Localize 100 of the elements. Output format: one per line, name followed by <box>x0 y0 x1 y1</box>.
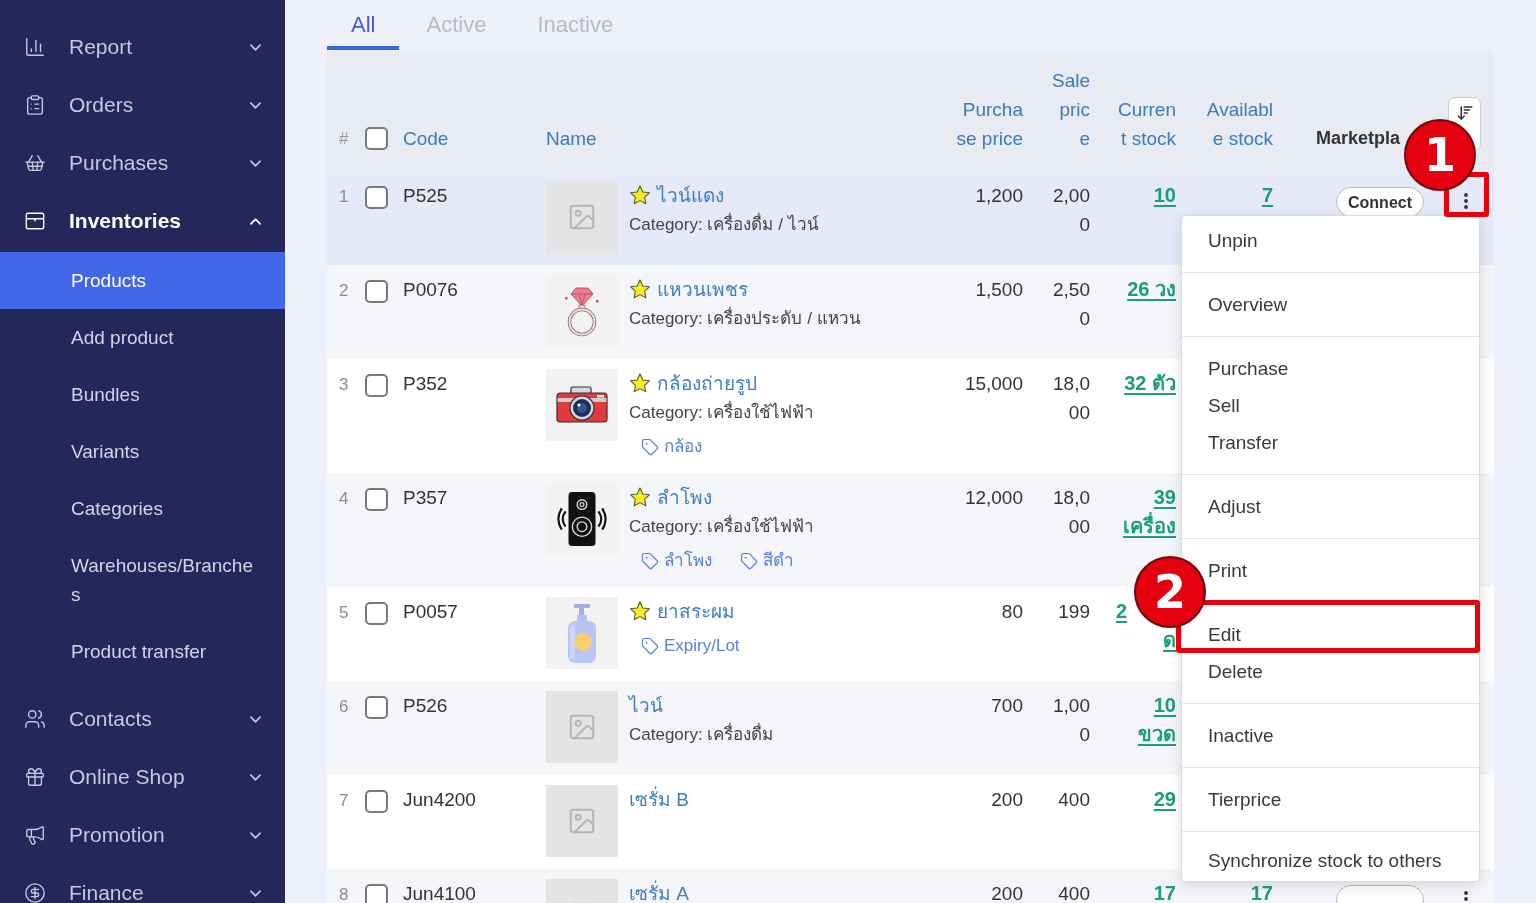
product-name-link[interactable]: ลำโพง <box>657 483 712 512</box>
checkbox[interactable] <box>365 280 388 303</box>
column-header[interactable]: Sale price <box>1050 66 1090 153</box>
stock-link[interactable]: 29 <box>1153 785 1176 814</box>
stock-link[interactable]: 10 <box>1153 181 1176 210</box>
stock-link[interactable]: 39 เครื่อง <box>1116 483 1176 541</box>
nav-item[interactable]: Promotion <box>0 806 285 864</box>
checkbox[interactable] <box>365 602 388 625</box>
column-header[interactable]: Available stock <box>1203 95 1273 153</box>
sale-price: 18,000 <box>1052 372 1090 425</box>
purchase-price: 12,000 <box>963 486 1023 510</box>
stock-link[interactable]: 2 <box>1116 597 1128 626</box>
menu-item[interactable]: Inactive <box>1208 724 1274 747</box>
nav-subitem[interactable]: Product transfer <box>0 623 285 680</box>
nav-item[interactable]: Report <box>0 18 285 76</box>
tag-icon <box>641 636 659 655</box>
star-icon[interactable] <box>629 185 651 206</box>
row-number: 8 <box>339 885 349 903</box>
purchase-price: 1,200 <box>974 184 1023 208</box>
tag-icon <box>641 437 659 456</box>
menu-item[interactable]: Tierprice <box>1208 788 1282 811</box>
nav-subitem[interactable]: Variants <box>0 423 285 480</box>
product-name-link[interactable]: ยาสระผม <box>657 597 735 626</box>
tag-label[interactable]: Expiry/Lot <box>664 631 740 660</box>
menu-item[interactable]: Adjust <box>1208 495 1261 518</box>
vertical-dots-icon <box>1464 891 1468 903</box>
product-code: Jun4100 <box>403 883 476 903</box>
checkbox[interactable] <box>365 884 388 903</box>
product-name-link[interactable]: แหวนเพชร <box>657 275 748 304</box>
sale-price: 2,000 <box>1052 184 1090 237</box>
nav-item[interactable]: Inventories <box>0 192 285 250</box>
menu-item[interactable]: Overview <box>1208 293 1288 316</box>
product-name-link[interactable]: ไวน์แดง <box>657 181 724 210</box>
product-name-link[interactable]: กล้องถ่ายรูป <box>657 369 757 398</box>
menu-item[interactable]: Unpin <box>1208 229 1258 252</box>
sale-price: 1,000 <box>1052 694 1090 747</box>
stock-link[interactable]: 32 ตัว <box>1124 369 1176 398</box>
tag-label[interactable]: ลำโพง <box>664 546 712 575</box>
purchase-price: 700 <box>990 694 1023 718</box>
product-code: P0057 <box>403 601 458 622</box>
camera-drawing <box>556 386 608 424</box>
nav-item[interactable]: Finance <box>0 864 285 903</box>
menu-item[interactable]: Sell <box>1208 394 1240 417</box>
stock-link[interactable]: 7 <box>1261 181 1273 210</box>
nav-item[interactable]: Purchases <box>0 134 285 192</box>
menu-item[interactable]: Synchronize stock to others <box>1208 849 1442 872</box>
stock-link[interactable]: 17 <box>1250 879 1273 903</box>
purchase-price: 80 <box>1000 600 1023 624</box>
checkbox[interactable] <box>365 488 388 511</box>
nav-item[interactable]: Orders <box>0 76 285 134</box>
product-code: P0076 <box>403 279 458 300</box>
star-icon[interactable] <box>629 373 651 394</box>
column-header[interactable]: Name <box>546 124 597 153</box>
checkbox[interactable] <box>365 790 388 813</box>
tag-label[interactable]: กล้อง <box>664 432 702 461</box>
nav-subitem[interactable]: Products <box>0 252 285 309</box>
menu-item[interactable]: Edit <box>1208 623 1241 646</box>
checkbox[interactable] <box>365 374 388 397</box>
column-header[interactable]: Code <box>403 124 449 153</box>
connect-button[interactable]: Connect <box>1336 187 1424 217</box>
checkbox[interactable] <box>365 696 388 719</box>
product-name-link[interactable]: ไวน์ <box>629 691 663 720</box>
star-icon[interactable] <box>629 487 651 508</box>
nav-subitem[interactable]: Bundles <box>0 366 285 423</box>
product-code: P525 <box>403 185 448 206</box>
nav-subitem[interactable]: Categories <box>0 480 285 537</box>
stock-link[interactable]: ด <box>1163 626 1176 655</box>
image-icon <box>567 806 597 836</box>
nav-item[interactable]: Contacts <box>0 690 285 748</box>
column-header: Marketpla <box>1316 127 1401 150</box>
nav-subitem[interactable]: Add product <box>0 309 285 366</box>
stock-link[interactable]: 10 ขวด <box>1116 691 1176 749</box>
dollar-circle-icon <box>24 882 46 903</box>
category-text: Category: เครื่องใช้ไฟฟ้า <box>629 512 815 541</box>
product-name-link[interactable]: เซรั่ม A <box>629 879 689 903</box>
star-icon[interactable] <box>629 279 651 300</box>
product-name-link[interactable]: เซรั่ม B <box>629 785 689 814</box>
category-text: Category: เครื่องดื่ม / ไวน์ <box>629 210 819 239</box>
checkbox[interactable] <box>365 127 388 150</box>
column-header[interactable]: Purchase price <box>955 95 1023 153</box>
bottle-drawing <box>566 602 598 664</box>
nav-item[interactable]: Online Shop <box>0 748 285 806</box>
stock-link[interactable]: 26 วง <box>1127 275 1176 304</box>
menu-item[interactable]: Print <box>1208 559 1248 582</box>
checkbox[interactable] <box>365 186 388 209</box>
star-icon[interactable] <box>629 601 651 622</box>
sale-price: 2,500 <box>1052 278 1090 331</box>
menu-item[interactable]: Transfer <box>1208 431 1279 454</box>
purchase-price: 15,000 <box>963 372 1023 396</box>
clipboard-icon <box>24 94 46 116</box>
row-number: 7 <box>339 791 349 810</box>
image-icon <box>567 712 597 742</box>
nav-subitem[interactable]: Warehouses/Branches <box>0 537 285 623</box>
menu-item[interactable]: Purchase <box>1208 357 1289 380</box>
menu-item[interactable]: Delete <box>1208 660 1263 683</box>
tag-label[interactable]: สีดำ <box>763 546 794 575</box>
box-icon <box>24 210 46 232</box>
column-header[interactable]: Current stock <box>1116 95 1176 153</box>
image-icon <box>567 202 597 232</box>
stock-link[interactable]: 17 <box>1153 879 1176 903</box>
